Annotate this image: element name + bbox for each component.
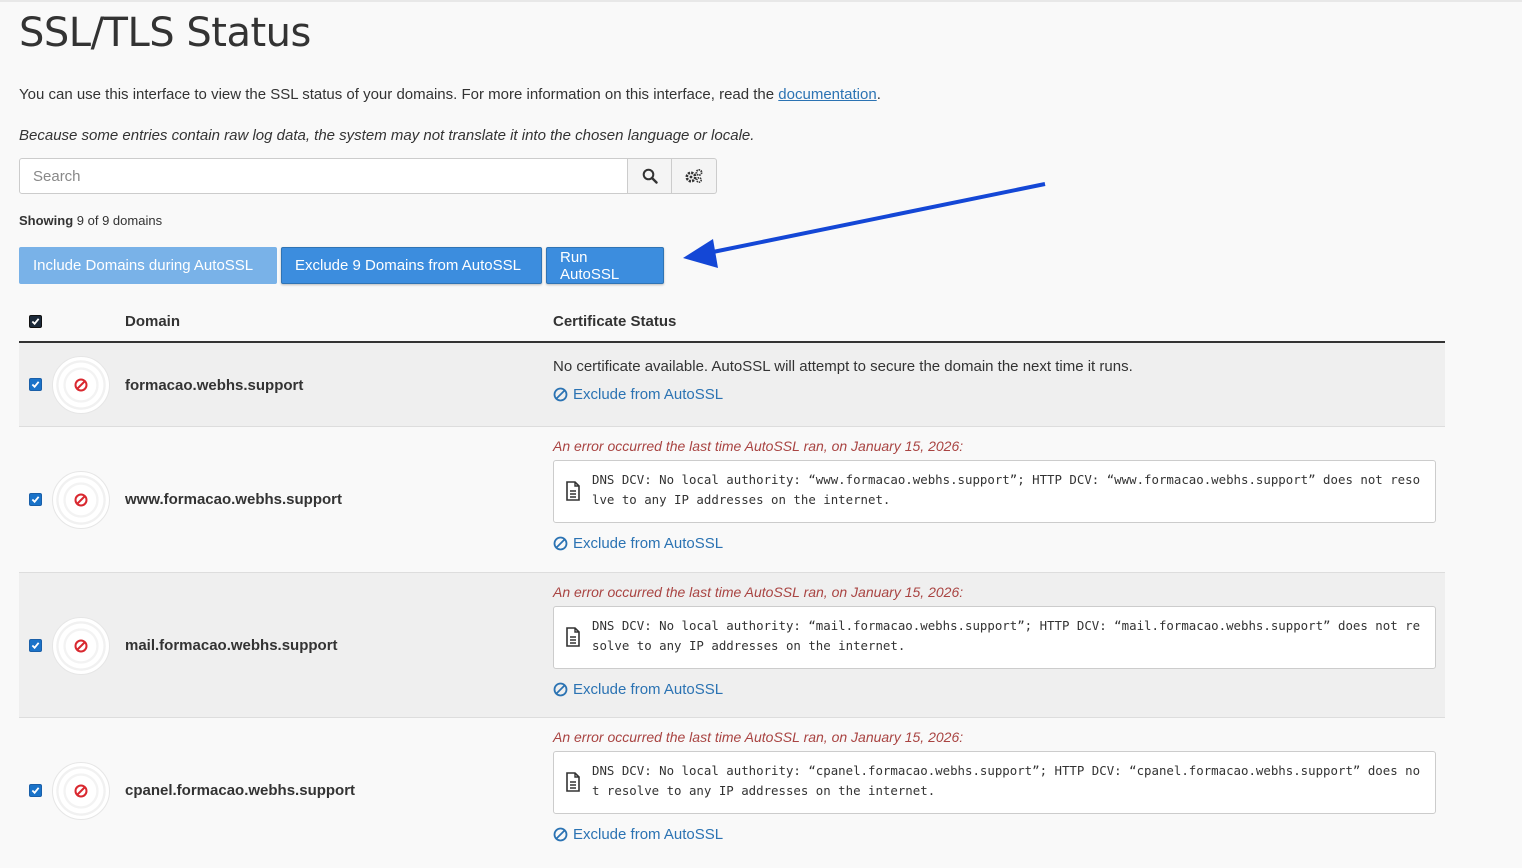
- ban-icon: [553, 536, 568, 551]
- row-checkbox[interactable]: [29, 784, 42, 797]
- include-domains-button[interactable]: Include Domains during AutoSSL: [19, 247, 277, 284]
- certificate-status: An error occurred the last time AutoSSL …: [553, 729, 1436, 843]
- locale-note: Because some entries contain raw log dat…: [19, 127, 755, 144]
- checkmark-icon: [31, 318, 40, 326]
- prohibited-icon: [74, 378, 88, 392]
- status-error-icon: [52, 617, 110, 675]
- run-autossl-button[interactable]: Run AutoSSL: [546, 247, 664, 284]
- checkmark-icon: [31, 496, 40, 504]
- file-text-icon: [566, 772, 580, 792]
- status-message: No certificate available. AutoSSL will a…: [553, 358, 1133, 375]
- exclude-from-autossl-link[interactable]: Exclude from AutoSSL: [553, 535, 1436, 552]
- search-input[interactable]: [19, 158, 628, 194]
- log-text: DNS DCV: No local authority: “cpanel.for…: [592, 763, 1421, 798]
- prohibited-icon: [74, 639, 88, 653]
- table-row: www.formacao.webhs.support An error occu…: [19, 427, 1445, 573]
- showing-count: Showing 9 of 9 domains: [19, 213, 163, 228]
- domain-name: mail.formacao.webhs.support: [125, 637, 338, 654]
- search-button[interactable]: [628, 158, 672, 194]
- table-row: cpanel.formacao.webhs.support An error o…: [19, 718, 1445, 868]
- log-box: DNS DCV: No local authority: “cpanel.for…: [553, 751, 1436, 814]
- ban-icon: [553, 387, 568, 402]
- annotation-arrow-icon: [683, 182, 1046, 268]
- search-icon: [642, 168, 658, 184]
- log-text: DNS DCV: No local authority: “mail.forma…: [592, 618, 1421, 653]
- domains-table: Domain Certificate Status formacao.webhs…: [19, 300, 1445, 868]
- certificate-status: No certificate available. AutoSSL will a…: [553, 358, 1436, 403]
- log-box: DNS DCV: No local authority: “www.formac…: [553, 460, 1436, 523]
- ban-icon: [553, 682, 568, 697]
- file-text-icon: [566, 627, 580, 647]
- exclude-from-autossl-link[interactable]: Exclude from AutoSSL: [553, 386, 1436, 403]
- autossl-actions: Include Domains during AutoSSL Exclude 9…: [19, 247, 664, 284]
- prohibited-icon: [74, 784, 88, 798]
- documentation-link[interactable]: documentation: [778, 86, 876, 103]
- exclude-domains-button[interactable]: Exclude 9 Domains from AutoSSL: [281, 247, 542, 284]
- log-box: DNS DCV: No local authority: “mail.forma…: [553, 606, 1436, 669]
- table-row: mail.formacao.webhs.support An error occ…: [19, 573, 1445, 718]
- domain-name: cpanel.formacao.webhs.support: [125, 782, 356, 799]
- page-title: SSL/TLS Status: [19, 10, 311, 56]
- prohibited-icon: [74, 493, 88, 507]
- exclude-from-autossl-link[interactable]: Exclude from AutoSSL: [553, 681, 1436, 698]
- table-row: formacao.webhs.support No certificate av…: [19, 343, 1445, 427]
- checkmark-icon: [31, 381, 40, 389]
- error-message: An error occurred the last time AutoSSL …: [553, 729, 964, 745]
- top-border: [0, 0, 1522, 2]
- domain-name: www.formacao.webhs.support: [125, 491, 342, 508]
- row-checkbox[interactable]: [29, 378, 42, 391]
- column-certificate-status[interactable]: Certificate Status: [553, 313, 676, 330]
- domain-name: formacao.webhs.support: [125, 377, 304, 394]
- log-text: DNS DCV: No local authority: “www.formac…: [592, 472, 1421, 507]
- select-all-checkbox[interactable]: [29, 315, 42, 328]
- row-checkbox[interactable]: [29, 493, 42, 506]
- ban-icon: [553, 827, 568, 842]
- search-bar: [19, 158, 717, 194]
- status-error-icon: [52, 471, 110, 529]
- intro-text: You can use this interface to view the S…: [19, 86, 881, 103]
- status-error-icon: [52, 762, 110, 820]
- checkmark-icon: [31, 642, 40, 650]
- certificate-status: An error occurred the last time AutoSSL …: [553, 438, 1436, 552]
- file-text-icon: [566, 481, 580, 501]
- checkmark-icon: [31, 787, 40, 795]
- row-checkbox[interactable]: [29, 639, 42, 652]
- table-header: Domain Certificate Status: [19, 300, 1445, 343]
- exclude-from-autossl-link[interactable]: Exclude from AutoSSL: [553, 826, 1436, 843]
- column-domain[interactable]: Domain: [125, 313, 180, 330]
- status-error-icon: [52, 356, 110, 414]
- error-message: An error occurred the last time AutoSSL …: [553, 438, 964, 454]
- error-message: An error occurred the last time AutoSSL …: [553, 584, 964, 600]
- certificate-status: An error occurred the last time AutoSSL …: [553, 584, 1436, 698]
